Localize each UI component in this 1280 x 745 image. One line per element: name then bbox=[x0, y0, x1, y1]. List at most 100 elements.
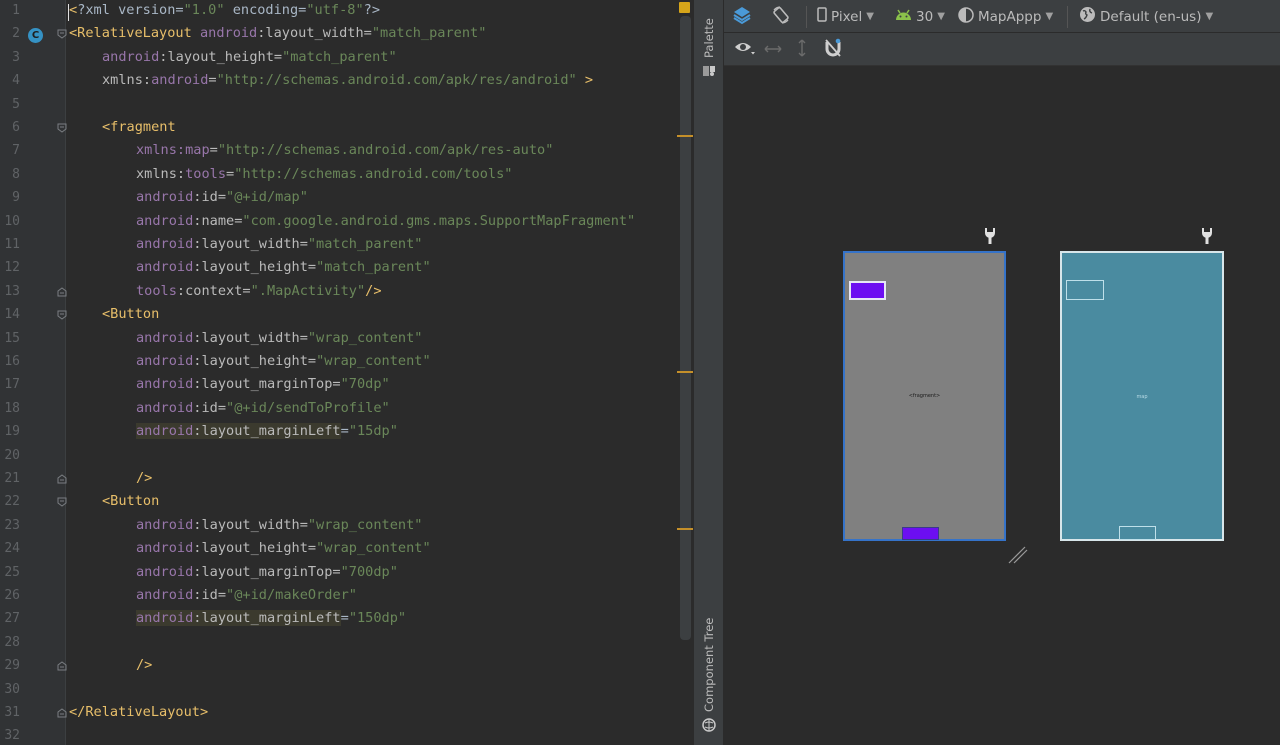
warning-marker[interactable] bbox=[677, 135, 693, 137]
code-line[interactable]: 7 xmlns:map="http://schemas.android.com/a… bbox=[0, 140, 693, 163]
vertical-arrows-icon bbox=[796, 39, 808, 61]
warning-marker[interactable] bbox=[677, 371, 693, 373]
device-selector[interactable]: Pixel ▼ bbox=[817, 0, 874, 33]
globe-tree-icon bbox=[702, 718, 716, 732]
view-options-button[interactable] bbox=[734, 33, 756, 66]
code-line[interactable]: 12 android:layout_height="match_parent" bbox=[0, 257, 693, 280]
code-line[interactable]: 11 android:layout_width="match_parent" bbox=[0, 234, 693, 257]
code-line[interactable]: 29 /> bbox=[0, 655, 693, 678]
code-token: android bbox=[136, 259, 194, 276]
code-line[interactable]: 17 android:layout_marginTop="70dp" bbox=[0, 374, 693, 397]
theme-selector[interactable]: MapAppp ▼ bbox=[958, 0, 1053, 33]
magnet-autoconnect-button[interactable] bbox=[823, 33, 843, 66]
fold-close-icon[interactable] bbox=[57, 287, 67, 297]
code-line[interactable]: 20 bbox=[0, 445, 693, 468]
wrench-icon[interactable] bbox=[983, 227, 997, 245]
code-token: "700dp" bbox=[340, 563, 398, 580]
code-line[interactable]: 1 <?xml version="1.0" encoding="utf-8"?> bbox=[0, 0, 693, 23]
code-line[interactable]: 3 android:layout_height="match_parent" bbox=[0, 47, 693, 70]
code-token: android bbox=[136, 376, 194, 393]
code-line[interactable]: 6 <fragment bbox=[0, 117, 693, 140]
code-line[interactable]: 25 android:layout_marginTop="700dp" bbox=[0, 562, 693, 585]
palette-tab[interactable]: Palette bbox=[698, 16, 720, 78]
fold-open-icon[interactable] bbox=[57, 310, 67, 320]
code-line[interactable]: 5 bbox=[0, 94, 693, 117]
resize-handle-icon[interactable] bbox=[1007, 543, 1029, 565]
code-line[interactable]: 8 xmlns:tools="http://schemas.android.com… bbox=[0, 164, 693, 187]
rotate-orientation-button[interactable] bbox=[771, 0, 791, 33]
make-order-button-preview[interactable] bbox=[902, 527, 939, 540]
expand-horizontal-button[interactable] bbox=[764, 33, 782, 66]
code-text: android:layout_height="wrap_content" bbox=[136, 540, 431, 556]
editor-scrollbar[interactable] bbox=[680, 16, 691, 640]
fold-close-icon[interactable] bbox=[57, 708, 67, 718]
code-token: android bbox=[136, 353, 194, 369]
code-token: android bbox=[136, 516, 194, 533]
fold-close-icon[interactable] bbox=[57, 661, 67, 671]
send-to-profile-button-blueprint[interactable] bbox=[1066, 280, 1104, 300]
locale-selector[interactable]: Default (en-us) ▼ bbox=[1079, 0, 1213, 33]
layers-button[interactable] bbox=[732, 0, 752, 33]
code-token: "@+id/makeOrder" bbox=[226, 587, 357, 603]
code-line[interactable]: 21 /> bbox=[0, 468, 693, 491]
code-token: :layout_height= bbox=[193, 259, 317, 276]
code-line[interactable]: 24 android:layout_height="wrap_content" bbox=[0, 538, 693, 561]
code-line[interactable]: 13 tools:context=".MapActivity"/> bbox=[0, 281, 693, 304]
code-text: tools:context=".MapActivity"/> bbox=[136, 283, 382, 299]
code-line[interactable]: 27 android:layout_marginLeft="150dp" bbox=[0, 608, 693, 631]
line-number: 32 bbox=[4, 728, 20, 744]
code-line[interactable]: 9 android:id="@+id/map" bbox=[0, 187, 693, 210]
warning-marker[interactable] bbox=[677, 528, 693, 530]
chevron-down-icon: ▼ bbox=[937, 11, 945, 22]
code-token: = bbox=[208, 72, 217, 89]
blueprint-preview-screen[interactable]: map bbox=[1060, 251, 1224, 541]
code-text: xmlns:android="http://schemas.android.co… bbox=[102, 72, 593, 88]
code-line[interactable]: 15 android:layout_width="wrap_content" bbox=[0, 328, 693, 351]
code-line[interactable]: 19 android:layout_marginLeft="15dp" bbox=[0, 421, 693, 444]
code-token: android bbox=[136, 563, 194, 580]
code-line[interactable]: 10 android:name="com.google.android.gms.m… bbox=[0, 211, 693, 234]
warning-indicator-icon[interactable] bbox=[679, 2, 690, 13]
code-line[interactable]: 28 bbox=[0, 632, 693, 655]
component-tree-tab[interactable]: Component Tree bbox=[698, 612, 720, 732]
code-line[interactable]: 26 android:id="@+id/makeOrder" bbox=[0, 585, 693, 608]
code-editor[interactable]: C 1 <?xml version="1.0" encoding="utf-8"?… bbox=[0, 0, 693, 745]
api-level-selector[interactable]: 30 ▼ bbox=[895, 0, 945, 33]
fold-open-icon[interactable] bbox=[57, 123, 67, 133]
eye-icon bbox=[734, 40, 756, 60]
phone-icon bbox=[817, 7, 827, 26]
code-token: <fragment bbox=[102, 119, 176, 135]
fold-open-icon[interactable] bbox=[57, 497, 67, 508]
code-line[interactable]: 18 android:id="@+id/sendToProfile" bbox=[0, 398, 693, 421]
code-token: = bbox=[340, 423, 349, 440]
code-line[interactable]: 16 android:layout_height="wrap_content" bbox=[0, 351, 693, 374]
code-text: </RelativeLayout> bbox=[69, 704, 208, 720]
code-line[interactable]: 31 </RelativeLayout> bbox=[0, 702, 693, 725]
line-number: 18 bbox=[4, 400, 20, 416]
code-line[interactable]: 30 bbox=[0, 679, 693, 702]
code-text: <RelativeLayout android:layout_width="ma… bbox=[69, 25, 486, 41]
expand-vertical-button[interactable] bbox=[796, 33, 808, 66]
code-token: ?> bbox=[363, 2, 381, 18]
code-line[interactable]: 14 <Button bbox=[0, 304, 693, 327]
code-token: "http://schemas.android.com/tools" bbox=[234, 165, 513, 182]
line-number: 28 bbox=[4, 634, 20, 650]
wrench-icon[interactable] bbox=[1200, 227, 1214, 245]
code-line[interactable]: 32 bbox=[0, 725, 693, 745]
make-order-button-blueprint[interactable] bbox=[1119, 526, 1156, 540]
send-to-profile-button-preview[interactable] bbox=[849, 281, 886, 300]
code-token: :layout_height= bbox=[193, 353, 317, 369]
design-preview-screen[interactable]: <fragment> bbox=[843, 251, 1006, 541]
code-line[interactable]: 22 <Button bbox=[0, 491, 693, 514]
code-token: android bbox=[151, 72, 209, 89]
code-token: "match_parent" bbox=[282, 48, 397, 65]
code-token: android bbox=[199, 25, 258, 42]
code-token: "70dp" bbox=[340, 376, 390, 393]
chevron-down-icon: ▼ bbox=[1205, 11, 1214, 22]
code-line[interactable]: 4 xmlns:android="http://schemas.android.c… bbox=[0, 70, 693, 93]
code-line[interactable]: 2 <RelativeLayout android:layout_width="m… bbox=[0, 23, 693, 46]
code-line[interactable]: 23 android:layout_width="wrap_content" bbox=[0, 515, 693, 538]
fold-close-icon[interactable] bbox=[57, 474, 67, 484]
code-token: "15dp" bbox=[348, 423, 398, 440]
fold-open-icon[interactable] bbox=[57, 29, 67, 40]
